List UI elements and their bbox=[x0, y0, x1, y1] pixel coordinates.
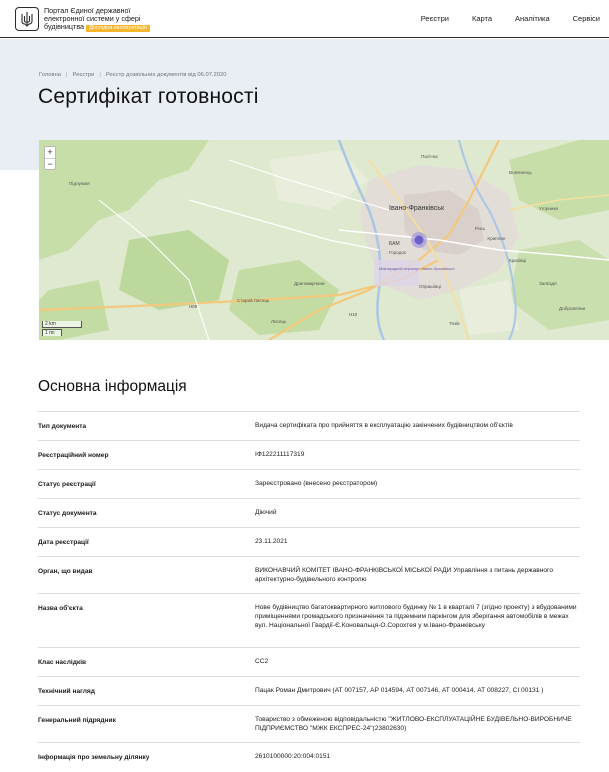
brand-line-3: будівництва bbox=[44, 22, 85, 32]
map-tiles: Івано-Франківськ Пасічна Вовчинець Хрипл… bbox=[39, 140, 609, 340]
info-key: Клас наслідків bbox=[38, 659, 87, 666]
location-marker-dot bbox=[414, 235, 424, 245]
info-row: Назва об'єкта Нове будівництво багатоква… bbox=[38, 593, 580, 647]
info-value: СС2 bbox=[255, 658, 269, 665]
map-zoom-control: + − bbox=[44, 146, 56, 170]
map-label: Тязів bbox=[449, 321, 460, 326]
map-label: Старий Лисець bbox=[237, 297, 270, 303]
info-row: Статус реєстрації Зареєстровано (внесено… bbox=[38, 469, 580, 498]
info-row: Орган, що видав ВИКОНАВЧИЙ КОМІТЕТ ІВАНО… bbox=[38, 556, 580, 593]
info-value: Зареєстровано (внесено реєстратором) bbox=[255, 480, 378, 487]
breadcrumb-current: Реєстр дозвільних документів від 06.07.2… bbox=[105, 72, 227, 78]
info-key: Генеральний підрядник bbox=[38, 717, 116, 724]
info-row: Клас наслідків СС2 bbox=[38, 647, 580, 676]
info-key: Назва об'єкта bbox=[38, 605, 83, 612]
portal-brand[interactable]: Портал Єдиної державної електронної сист… bbox=[44, 6, 150, 33]
info-key: Технічний нагляд bbox=[38, 688, 95, 695]
info-key: Тип документа bbox=[38, 423, 87, 430]
info-key: Інформація про земельну ділянку bbox=[38, 754, 150, 761]
page-title: Сертифікат готовності bbox=[38, 85, 259, 108]
breadcrumb-registries[interactable]: Реєстри bbox=[73, 72, 95, 78]
info-row: Інформація про земельну ділянку 26101000… bbox=[38, 742, 580, 772]
map-label: Хриплин bbox=[487, 236, 506, 241]
breadcrumb: Головна | Реєстри | Реєстр дозвільних до… bbox=[39, 72, 226, 78]
info-value: Пацак Роман Дмитрович (АТ 007157, АР 014… bbox=[255, 687, 544, 694]
info-value: Діючий bbox=[255, 509, 277, 516]
info-key: Дата реєстрації bbox=[38, 539, 89, 546]
info-table: Тип документа Видача сертифіката про при… bbox=[38, 411, 580, 772]
map-label: Городок bbox=[389, 250, 407, 255]
map-label: Підлужжя bbox=[69, 181, 90, 186]
info-value: 23.11.2021 bbox=[255, 538, 288, 545]
map-label: Драгомирчани bbox=[294, 281, 325, 286]
map-label-airport: Міжнародний аеропорт «Івано-Франківськ» bbox=[379, 267, 455, 271]
info-row: Генеральний підрядник Товариство з обмеж… bbox=[38, 705, 580, 742]
info-row: Статус документа Діючий bbox=[38, 498, 580, 527]
info-key: Орган, що видав bbox=[38, 568, 93, 575]
breadcrumb-separator: | bbox=[99, 72, 101, 78]
info-key: Реєстраційний номер bbox=[38, 452, 109, 459]
site-header: Портал Єдиної державної електронної сист… bbox=[0, 0, 609, 38]
nav-map[interactable]: Карта bbox=[472, 14, 492, 23]
map-label: БАМ bbox=[389, 241, 400, 247]
section-title: Основна інформація bbox=[38, 378, 187, 395]
map-label: Загвіздя bbox=[539, 281, 557, 286]
info-key: Статус реєстрації bbox=[38, 481, 96, 488]
location-map[interactable]: Івано-Франківськ Пасічна Вовчинець Хрипл… bbox=[39, 140, 609, 340]
map-label: Опришівці bbox=[419, 284, 441, 289]
info-row: Дата реєстрації 23.11.2021 bbox=[38, 527, 580, 556]
map-label: Крихівці bbox=[509, 258, 526, 263]
main-nav: Реєстри Карта Аналітика Сервіси bbox=[398, 14, 600, 23]
breadcrumb-home[interactable]: Головна bbox=[39, 72, 61, 78]
map-scale: 2 km 1 mi bbox=[42, 321, 82, 336]
nav-registries[interactable]: Реєстри bbox=[421, 14, 449, 23]
info-key: Статус документа bbox=[38, 510, 97, 517]
map-label: Пасічна bbox=[421, 154, 438, 159]
info-value: Видача сертифіката про прийняття в експл… bbox=[255, 422, 513, 429]
info-row: Технічний нагляд Пацак Роман Дмитрович (… bbox=[38, 676, 580, 705]
trident-logo-icon[interactable] bbox=[15, 7, 39, 31]
info-value: Товариство з обмеженою відповідальністю … bbox=[255, 716, 572, 732]
zoom-out-button[interactable]: − bbox=[45, 158, 55, 169]
zoom-in-button[interactable]: + bbox=[45, 147, 55, 158]
scale-mi: 1 mi bbox=[42, 329, 62, 336]
map-road-label: H09 bbox=[189, 304, 198, 309]
info-row: Тип документа Видача сертифіката про при… bbox=[38, 411, 580, 440]
info-value: Нове будівництво багатоквартирного житло… bbox=[255, 604, 577, 629]
map-label-city: Івано-Франківськ bbox=[389, 204, 445, 212]
map-label: Угорники bbox=[539, 206, 559, 211]
scale-km: 2 km bbox=[42, 321, 82, 328]
breadcrumb-separator: | bbox=[66, 72, 68, 78]
info-row: Реєстраційний номер ІФ122211117319 bbox=[38, 440, 580, 469]
map-label: Лисець bbox=[271, 319, 287, 324]
map-label: Добровляни bbox=[559, 306, 585, 311]
nav-analytics[interactable]: Аналітика bbox=[515, 14, 550, 23]
nav-services[interactable]: Сервіси bbox=[573, 14, 600, 23]
beta-badge: Дослідна експлуатація bbox=[86, 25, 150, 33]
info-value: ІФ122211117319 bbox=[255, 451, 305, 458]
map-label: Вовчинець bbox=[509, 170, 533, 175]
info-value: 2610100000:20:004:0151 bbox=[255, 753, 331, 760]
map-road-label: H10 bbox=[349, 312, 358, 317]
map-label: Рись bbox=[475, 226, 486, 231]
info-value: ВИКОНАВЧИЙ КОМІТЕТ ІВАНО-ФРАНКІВСЬКОЇ МІ… bbox=[255, 567, 553, 583]
